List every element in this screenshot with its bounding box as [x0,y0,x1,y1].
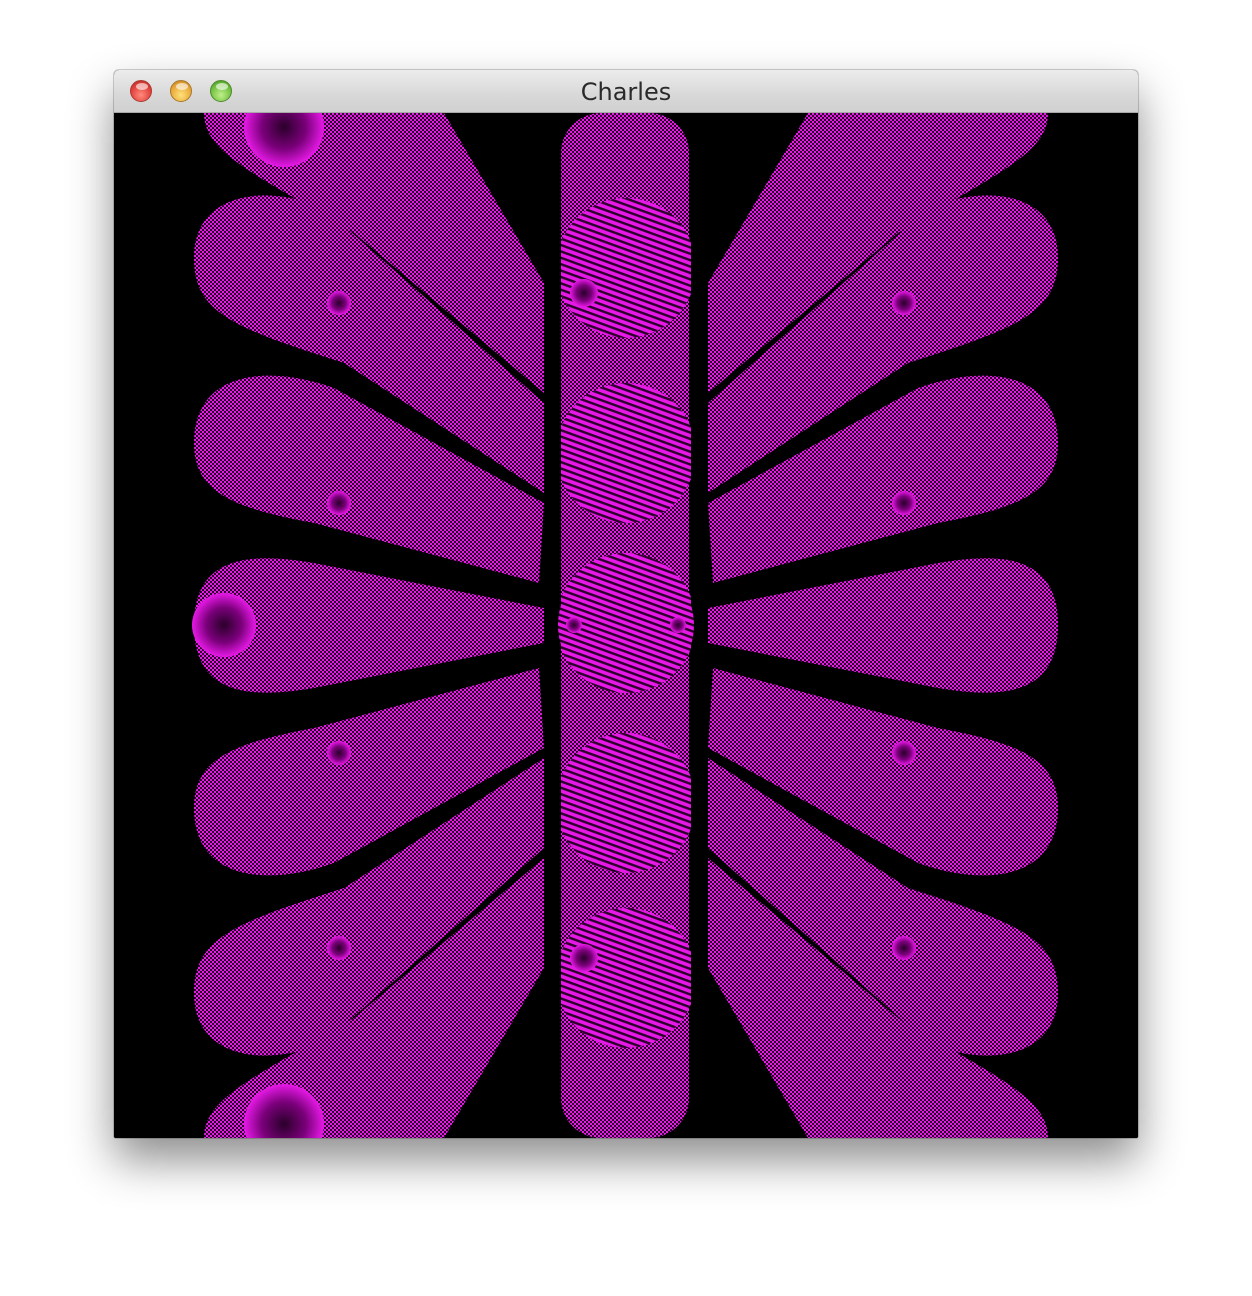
window-title: Charles [580,78,672,106]
fractal-canvas[interactable] [114,113,1138,1138]
title-bar[interactable]: Charles [114,70,1138,113]
fractal-shapes [192,113,1058,1138]
fractal-image [192,113,1058,1138]
app-window: Charles [114,70,1138,1138]
